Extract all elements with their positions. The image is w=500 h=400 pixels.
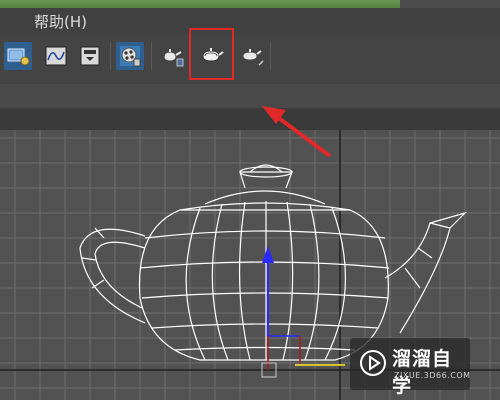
material-editor-button[interactable]	[116, 42, 144, 70]
main-toolbar	[0, 34, 500, 84]
render-dropdown-button[interactable]	[238, 42, 266, 70]
watermark: 溜溜自学 ZIXUE.3D66.COM	[350, 338, 471, 397]
material-editor-icon	[120, 46, 141, 67]
render-setup-icon	[7, 48, 30, 66]
render-frame-icon	[163, 49, 184, 67]
transform-gizmo	[261, 246, 345, 378]
schematic-view-icon	[80, 46, 100, 66]
watermark-subtitle: ZIXUE.3D66.COM	[394, 371, 471, 380]
menu-help[interactable]: 帮助(H)	[34, 11, 87, 32]
sub-toolbar	[0, 84, 500, 109]
top-strip	[0, 0, 500, 8]
render-dropdown-icon	[242, 49, 264, 66]
render-setup-button[interactable]	[4, 42, 32, 70]
schematic-view-button[interactable]	[76, 42, 104, 70]
highlight-box	[189, 28, 234, 80]
curve-editor-button[interactable]	[42, 42, 70, 70]
menu-bar: 帮助(H)	[0, 8, 500, 34]
render-frame-button[interactable]	[158, 42, 186, 70]
curve-editor-icon	[45, 46, 67, 66]
play-logo-icon	[360, 350, 386, 376]
